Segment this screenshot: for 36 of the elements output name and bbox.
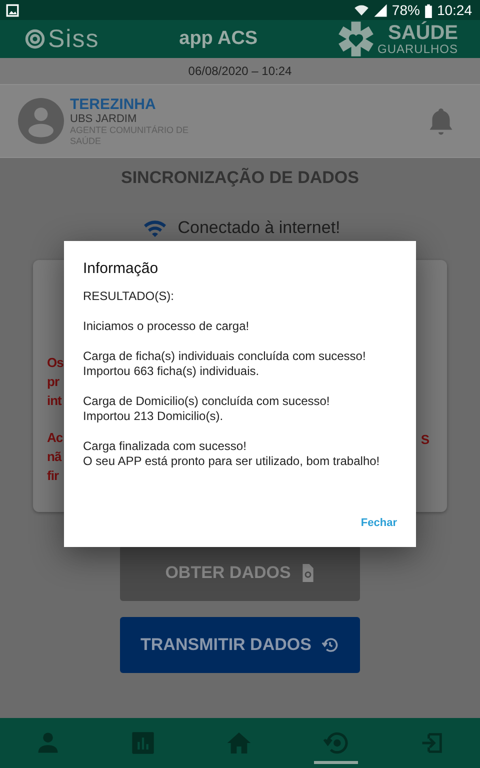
- user-unit: UBS JARDIM: [70, 112, 138, 124]
- notice-text: int: [47, 392, 63, 410]
- partner-city: GUARULHOS: [377, 43, 458, 55]
- dialog-message: Carga de ficha(s) individuais concluída com sucesso! Importou 663 ficha(s) individuais.: [83, 349, 367, 379]
- page-title: SINCRONIZAÇÃO DE DADOS: [120, 168, 360, 188]
- transmit-button[interactable]: TRANSMITIR DADOS: [120, 617, 360, 673]
- notice-text: Os: [47, 354, 64, 372]
- history-icon: [321, 636, 340, 654]
- notice-text: nã: [47, 448, 63, 466]
- ring-logo-icon: [24, 28, 46, 50]
- dialog-message: Iniciamos o processo de carga!: [83, 319, 250, 334]
- app-title: app ACS: [179, 28, 258, 50]
- dialog-title: Informação: [83, 260, 160, 277]
- image-icon: [6, 4, 19, 16]
- brand-name: Siss: [48, 24, 100, 54]
- notice-text: S: [420, 432, 429, 447]
- battery-percent: 78%: [392, 2, 420, 18]
- sync-date: 06/08/2020 – 10:24: [188, 64, 292, 78]
- bar-chart-icon: [130, 730, 156, 756]
- notice-text: fir: [47, 467, 60, 485]
- dialog-message: Carga de Domicilio(s) concluída com sucesso! Importou 213 Domicilio(s).: [83, 394, 331, 424]
- dialog-message: Carga finalizada com sucesso! O seu APP está pronto para ser utilizado, bom trabalho!: [83, 439, 381, 469]
- wifi-icon: [354, 2, 369, 18]
- close-button[interactable]: Fechar: [360, 513, 397, 533]
- clock: 10:24: [436, 2, 472, 18]
- file-restore-icon: [300, 564, 315, 582]
- signal-icon: [372, 2, 388, 18]
- user-name: TEREZINHA: [70, 96, 157, 112]
- connection-status: Conectado à internet!: [178, 218, 340, 238]
- get-data-button[interactable]: OBTER DADOS: [120, 545, 360, 601]
- partner-name: SAÚDE: [388, 23, 458, 43]
- battery-icon: [424, 2, 433, 18]
- notice-text: Ac: [47, 429, 64, 447]
- avatar-icon: [18, 98, 64, 144]
- dialog-message: RESULTADO(S):: [83, 289, 175, 304]
- notice-text: pr: [47, 373, 60, 391]
